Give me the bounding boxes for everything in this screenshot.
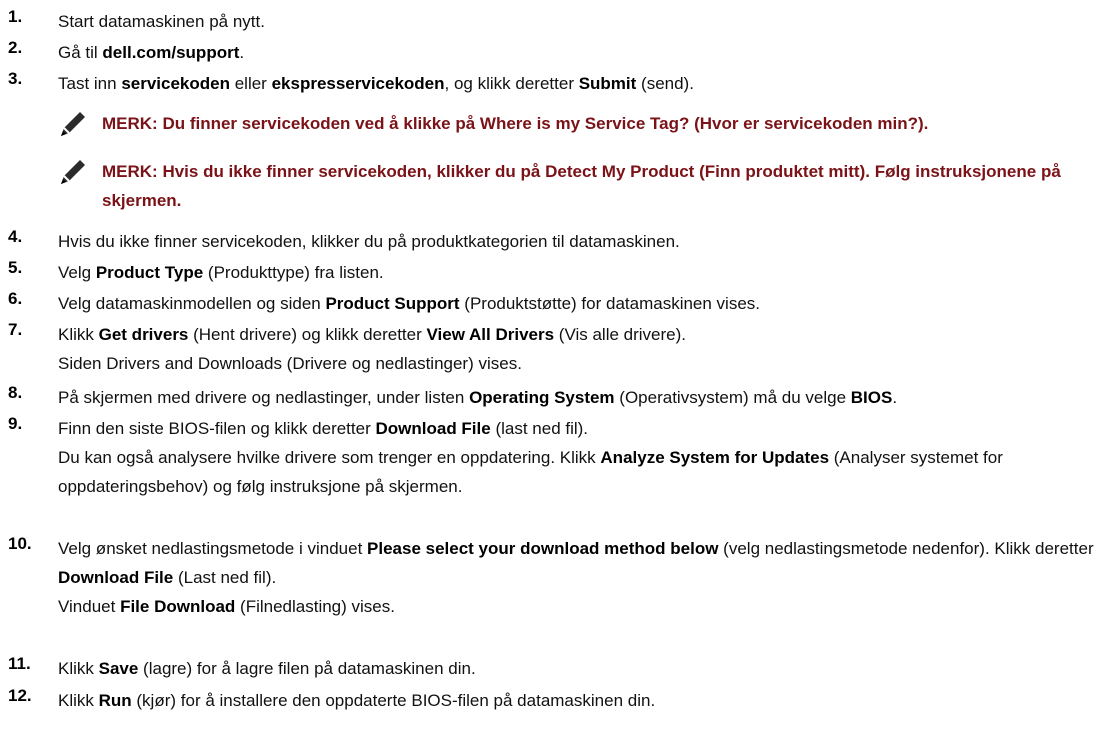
step-number: 10.	[8, 534, 32, 553]
bold-term: ekspresservicekoden	[271, 74, 445, 93]
step-text: Klikk Get drivers (Hent drivere) og klik…	[58, 320, 1098, 378]
step-text: Velg datamaskinmodellen og siden Product…	[58, 289, 1098, 318]
document-page: 1. Start datamaskinen på nytt. 2. Gå til…	[0, 0, 1115, 747]
step-text: Klikk Save (lagre) for å lagre filen på …	[58, 654, 1098, 683]
text-run: (lagre) for å lagre filen på datamaskine…	[138, 659, 476, 678]
note-callout: MERK: Hvis du ikke finner servicekoden, …	[58, 157, 1112, 215]
step-text: Start datamaskinen på nytt.	[58, 7, 1098, 36]
bold-term: Get drivers	[98, 325, 189, 344]
bold-term: View All Drivers	[426, 325, 555, 344]
text-run: (Produktstøtte) for datamaskinen vises.	[459, 294, 761, 313]
bold-term: Run	[98, 691, 132, 710]
text-run: eller	[230, 74, 272, 93]
text-run: På skjermen med drivere og nedlastinger,…	[58, 388, 470, 407]
bold-term: File Download	[120, 597, 236, 616]
step-number: 5.	[8, 258, 23, 277]
text-run: Tast inn	[58, 74, 122, 93]
text-run: Finn den siste BIOS-filen og klikk deret…	[58, 419, 376, 438]
step-number: 4.	[8, 227, 23, 246]
bold-term: Save	[98, 659, 139, 678]
step-note: Vinduet File Download (Filnedlasting) vi…	[58, 592, 1098, 621]
step-text: Klikk Run (kjør) for å installere den op…	[58, 686, 1098, 715]
step-number: 1.	[8, 7, 23, 26]
step-number: 9.	[8, 414, 23, 433]
step-number: 7.	[8, 320, 23, 339]
note-text: MERK: Du finner servicekoden ved å klikk…	[102, 114, 929, 133]
step-note: Du kan også analysere hvilke drivere som…	[58, 448, 1003, 496]
text-run: Du kan også analysere hvilke drivere som…	[58, 448, 601, 467]
bold-term: Product Type	[95, 263, 204, 282]
bold-term: servicekoden	[121, 74, 230, 93]
step-number: 11.	[8, 654, 31, 673]
text-run: Hvis du ikke finner servicekoden, klikke…	[58, 232, 680, 251]
step-text: Velg ønsket nedlastingsmetode i vinduet …	[58, 534, 1098, 621]
note-text: MERK: Hvis du ikke finner servicekoden, …	[102, 162, 1061, 210]
text-run: (Vis alle drivere).	[554, 325, 687, 344]
bold-term: Download File	[58, 568, 174, 587]
step-number: 3.	[8, 69, 23, 88]
step-number: 12.	[8, 686, 32, 705]
step-text: Finn den siste BIOS-filen og klikk deret…	[58, 414, 1098, 501]
text-run: (last ned fil).	[490, 419, 589, 438]
step-text: På skjermen med drivere og nedlastinger,…	[58, 383, 1098, 412]
step-note: Siden Drivers and Downloads (Drivere og …	[58, 354, 522, 373]
text-run: Vinduet	[58, 597, 121, 616]
bold-term: Download File	[375, 419, 491, 438]
text-run: .	[892, 388, 898, 407]
text-run: Velg	[58, 263, 96, 282]
step-number: 6.	[8, 289, 23, 308]
bold-term: Product Support	[325, 294, 460, 313]
note-callout: MERK: Du finner servicekoden ved å klikk…	[58, 109, 1112, 139]
text-run: Klikk	[58, 325, 99, 344]
bold-term: Please select your download method below	[367, 539, 719, 558]
text-run: (Operativsystem) må du velge	[614, 388, 851, 407]
text-run: Klikk	[58, 659, 99, 678]
note-pencil-icon	[61, 160, 85, 184]
note-pencil-icon	[61, 112, 85, 136]
bold-term: dell.com/support	[102, 43, 240, 62]
text-run: .	[239, 43, 245, 62]
text-run: Velg ønsket nedlastingsmetode i vinduet	[58, 539, 368, 558]
step-text: Hvis du ikke finner servicekoden, klikke…	[58, 227, 1098, 256]
text-run: Gå til	[58, 43, 103, 62]
text-run: (Hent drivere) og klikk deretter	[188, 325, 427, 344]
text-run: (send).	[636, 74, 694, 93]
text-run: (Filnedlasting) vises.	[235, 597, 395, 616]
text-run: (velg nedlastingsmetode nedenfor). Klikk…	[718, 539, 1094, 558]
step-number: 8.	[8, 383, 23, 402]
text-run: Start datamaskinen på nytt.	[58, 12, 265, 31]
bold-term: Analyze System for Updates	[600, 448, 830, 467]
text-run: Velg datamaskinmodellen og siden	[58, 294, 326, 313]
text-run: (Produkttype) fra listen.	[203, 263, 384, 282]
step-text: Tast inn servicekoden eller ekspresservi…	[58, 69, 1098, 98]
text-run: (Last ned fil).	[173, 568, 277, 587]
text-run: Klikk	[58, 691, 99, 710]
bold-term: Operating System	[469, 388, 615, 407]
bold-term: BIOS	[850, 388, 893, 407]
bold-term: Submit	[578, 74, 637, 93]
text-run: , og klikk deretter	[444, 74, 579, 93]
step-text: Velg Product Type (Produkttype) fra list…	[58, 258, 1098, 287]
step-number: 2.	[8, 38, 23, 57]
step-text: Gå til dell.com/support.	[58, 38, 1098, 67]
text-run: (kjør) for å installere den oppdaterte B…	[131, 691, 656, 710]
